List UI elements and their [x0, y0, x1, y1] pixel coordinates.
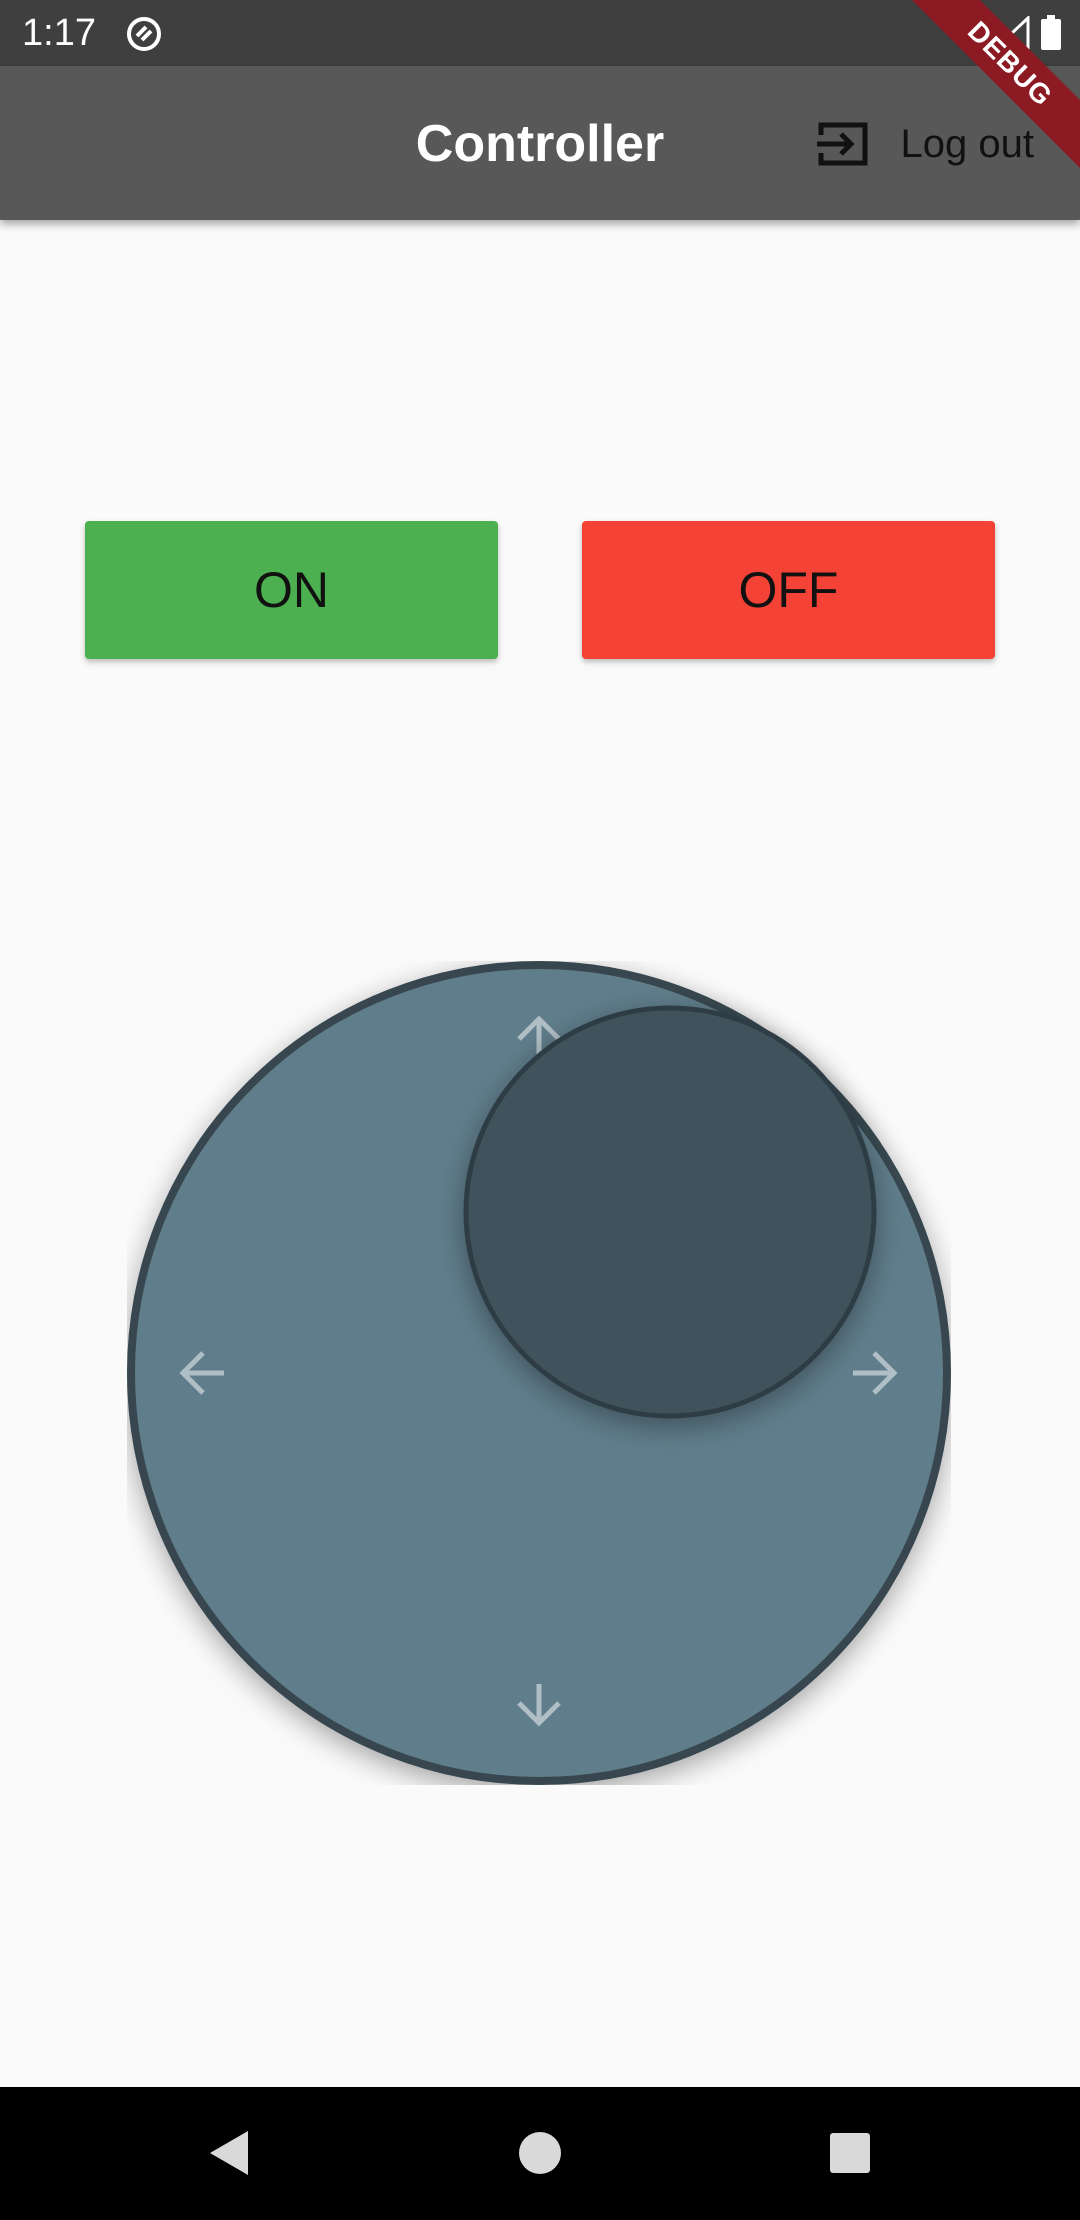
- off-button[interactable]: OFF: [582, 521, 995, 659]
- joystick-knob[interactable]: [463, 1005, 877, 1419]
- joystick[interactable]: [127, 961, 951, 1785]
- debug-banner: DEBUG: [894, 0, 1080, 180]
- on-button[interactable]: ON: [85, 521, 498, 659]
- debug-banner-clip: DEBUG: [820, 0, 1080, 260]
- home-icon[interactable]: [510, 2123, 570, 2183]
- back-icon[interactable]: [200, 2123, 260, 2183]
- recents-icon[interactable]: [820, 2123, 880, 2183]
- navigation-bar: [0, 2087, 1080, 2220]
- status-time: 1:17: [22, 12, 96, 54]
- notification-icon: [127, 17, 161, 51]
